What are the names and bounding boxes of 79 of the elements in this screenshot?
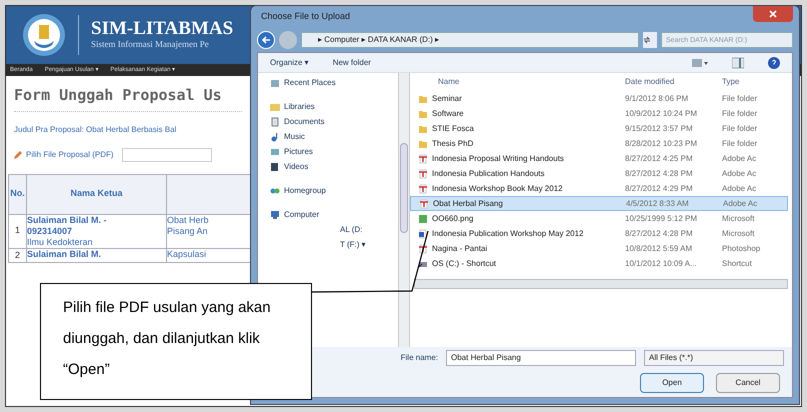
pdf-icon xyxy=(418,154,428,164)
table-cell-text: Kapsulasi xyxy=(167,248,208,260)
file-row[interactable]: Indonesia Workshop Book May 2012 8/27/2012 4:29 PM Adobe Ac xyxy=(410,181,788,196)
dialog-title: Choose File to Upload xyxy=(261,10,350,24)
back-arrow-icon xyxy=(261,35,271,45)
file-row[interactable]: OS (C:) - Shortcut 10/1/2012 10:09 A... Shortcut xyxy=(410,256,788,271)
navigation-item[interactable]: Documents xyxy=(284,116,324,128)
column-header: No. xyxy=(8,174,26,214)
file-row[interactable]: Indonesia Publication Handouts 8/27/2012 4:28 PM Adobe Ac xyxy=(410,166,788,181)
video-icon xyxy=(270,162,280,172)
table-cell-text: Obat Herb xyxy=(167,214,210,226)
view-icon[interactable] xyxy=(692,58,708,68)
file-row[interactable]: Software 10/9/2012 10:24 PM File folder xyxy=(410,106,788,121)
cancel-button[interactable]: Cancel xyxy=(716,373,780,393)
navigation-item[interactable]: Recent Places xyxy=(284,77,336,89)
column-header[interactable]: Date modified xyxy=(625,76,722,88)
table-cell: 2 xyxy=(8,248,26,262)
file-row[interactable]: Nagina - Pantai 10/8/2012 5:59 AM Photoshop xyxy=(410,241,788,256)
table-cell-text: 092314007 xyxy=(27,226,74,236)
file-row[interactable]: Indonesia Proposal Writing Handouts 8/27/2012 4:25 PM Adobe Ac xyxy=(410,151,788,166)
site-subtitle: Sistem Informasi Manajemen Pe xyxy=(91,38,210,51)
navigation-item[interactable]: Videos xyxy=(284,161,308,173)
close-button[interactable] xyxy=(753,6,793,22)
pdf-icon xyxy=(418,184,428,194)
table-cell-text: Pisang An xyxy=(167,226,209,236)
computer-icon xyxy=(270,210,280,220)
navigation-item[interactable]: Pictures xyxy=(284,146,313,158)
pdf-icon xyxy=(418,168,428,178)
new-folder-button[interactable]: New folder xyxy=(332,56,371,68)
table-cell-text: Sulaiman Bilal M. xyxy=(27,248,102,260)
navigation-item[interactable]: Libraries xyxy=(284,101,315,113)
pdf-icon xyxy=(419,198,429,208)
column-header[interactable]: Type xyxy=(722,76,784,88)
column-header[interactable]: Name xyxy=(418,76,625,88)
horizontal-scrollbar[interactable] xyxy=(414,279,788,289)
file-name-field[interactable]: Obat Herbal Pisang xyxy=(446,350,636,366)
close-icon xyxy=(769,10,777,18)
picture-icon xyxy=(270,147,280,157)
document-icon xyxy=(418,228,428,238)
image-file-icon xyxy=(418,214,428,224)
file-row[interactable]: STIE Fosca 9/15/2012 3:57 PM File folder xyxy=(410,121,788,136)
back-button[interactable] xyxy=(257,31,275,49)
column-header: Nama Ketua xyxy=(26,174,166,214)
file-label: Pilih File Proposal (PDF) xyxy=(26,148,114,160)
form-title: Form Unggah Proposal Us xyxy=(14,84,242,112)
file-row[interactable]: Seminar 9/1/2012 8:06 PM File folder xyxy=(410,91,788,106)
file-row[interactable]: Obat Herbal Pisang 4/5/2012 8:33 AM Adobe Ac xyxy=(410,196,788,211)
navigation-item[interactable]: T (F:) ▾ xyxy=(340,239,366,251)
navigation-item[interactable]: Computer xyxy=(284,209,320,221)
document-icon xyxy=(270,117,280,127)
refresh-icon xyxy=(643,36,651,44)
address-bar[interactable]: ▸ Computer ▸ DATA KANAR (D:) ▸ xyxy=(301,32,639,48)
file-row[interactable]: OO660.png 10/25/1999 5:12 PM Microsoft xyxy=(410,211,788,226)
file-name-label: File name: xyxy=(400,352,438,364)
pencil-icon xyxy=(14,150,22,158)
proposal-title: Judul Pra Proposal: Obat Herbal Berbasis Bal xyxy=(14,124,176,136)
help-icon[interactable] xyxy=(768,56,780,68)
refresh-button[interactable] xyxy=(643,32,657,48)
file-input[interactable] xyxy=(122,148,212,162)
navigation-item[interactable]: Music xyxy=(284,131,305,143)
table-cell-text: Sulaiman Bilal M. - xyxy=(27,214,108,226)
callout: Pilih file PDF usulan yang akan diunggah, dan dilanjutkan klik “Open” xyxy=(40,283,312,400)
open-button[interactable]: Open xyxy=(640,373,704,393)
navigation-item[interactable]: Homegroup xyxy=(284,185,326,197)
homegroup-icon xyxy=(270,186,280,196)
table-cell-text: Ilmu Kedokteran xyxy=(27,236,94,248)
emblem-icon xyxy=(22,13,66,57)
scrollbar[interactable] xyxy=(398,73,410,347)
file-row[interactable]: Thesis PhD 8/28/2012 10:23 PM File folder xyxy=(410,136,788,151)
navigation-item[interactable]: AL (D: xyxy=(340,224,362,236)
table-cell: 1 xyxy=(8,214,26,248)
site-title: SIM-LITABMAS xyxy=(91,18,234,38)
music-icon xyxy=(270,132,280,142)
recent-icon xyxy=(270,78,280,88)
preview-pane-icon[interactable] xyxy=(732,56,744,68)
file-row[interactable]: Indonesia Publication Workshop May 2012 8/27/2012 4:28 PM Microsoft xyxy=(410,226,788,241)
organize-menu[interactable]: Organize ▾ xyxy=(270,56,309,68)
file-type-dropdown[interactable]: All Files (*.*) xyxy=(644,350,784,366)
library-icon xyxy=(270,102,280,112)
